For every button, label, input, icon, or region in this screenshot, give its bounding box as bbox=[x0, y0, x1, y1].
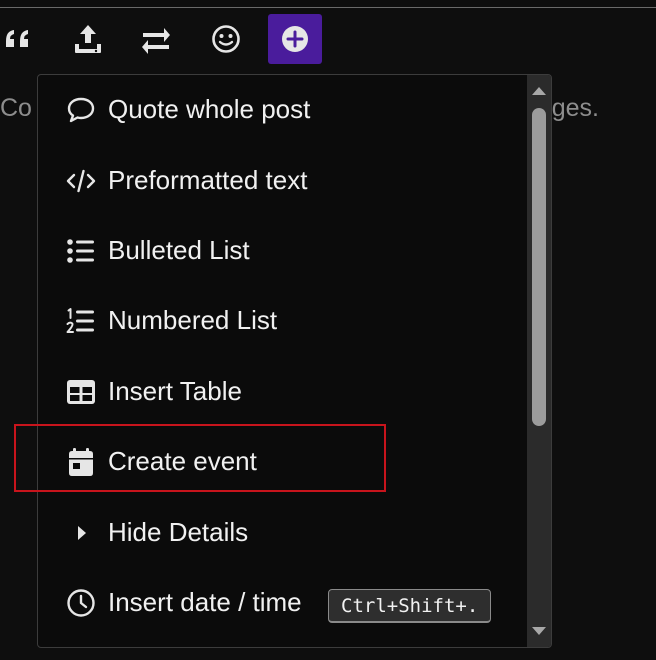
options-button[interactable] bbox=[268, 14, 322, 64]
composer-area: Co ges. Quote whole post Preformatted te… bbox=[0, 0, 656, 660]
quote-button[interactable] bbox=[0, 14, 46, 64]
menu-item-preformatted-text[interactable]: Preformatted text bbox=[38, 146, 526, 216]
upload-button[interactable] bbox=[61, 14, 115, 64]
menu-item-numbered-list[interactable]: Numbered List bbox=[38, 286, 526, 356]
menu-item-label: Insert Table bbox=[108, 375, 242, 406]
calendar-icon bbox=[65, 446, 97, 478]
menu-item-label: Create event bbox=[108, 445, 257, 476]
menu-item-bulleted-list[interactable]: Bulleted List bbox=[38, 216, 526, 286]
menu-item-label: Insert date / time bbox=[108, 586, 302, 617]
upload-icon bbox=[73, 23, 103, 55]
table-icon bbox=[65, 376, 97, 408]
plus-circle-icon bbox=[281, 25, 309, 53]
menu-item-insert-table[interactable]: Insert Table bbox=[38, 357, 526, 427]
menu-item-label: Bulleted List bbox=[108, 234, 250, 265]
speech-bubble-icon bbox=[65, 94, 97, 126]
quote-icon bbox=[4, 27, 34, 51]
numbered-list-icon bbox=[65, 305, 97, 337]
toggle-preview-icon bbox=[140, 24, 172, 54]
menu-item-create-event[interactable]: Create event bbox=[38, 427, 526, 497]
placeholder-text-left: Co bbox=[0, 94, 32, 122]
scrollbar-thumb[interactable] bbox=[532, 108, 546, 426]
scroll-up-arrow-icon[interactable] bbox=[532, 87, 546, 95]
caret-right-icon bbox=[65, 517, 97, 549]
emoji-icon bbox=[211, 24, 241, 54]
keyboard-shortcut: Ctrl+Shift+. bbox=[328, 589, 492, 623]
menu-item-label: Quote whole post bbox=[108, 93, 311, 124]
toggle-preview-button[interactable] bbox=[129, 14, 183, 64]
options-popup-menu: Quote whole post Preformatted text Bulle… bbox=[37, 74, 552, 648]
code-icon bbox=[65, 165, 97, 197]
menu-item-hide-details[interactable]: Hide Details bbox=[38, 498, 526, 568]
clock-icon bbox=[65, 587, 97, 619]
placeholder-text-right: ges. bbox=[551, 94, 599, 122]
popup-scrollbar[interactable] bbox=[527, 75, 551, 647]
menu-item-label: Numbered List bbox=[108, 304, 278, 335]
menu-item-label: Preformatted text bbox=[108, 164, 308, 195]
bulleted-list-icon bbox=[65, 235, 97, 267]
editor-top-border bbox=[0, 0, 656, 8]
scroll-down-arrow-icon[interactable] bbox=[532, 627, 546, 635]
emoji-button[interactable] bbox=[199, 14, 253, 64]
menu-item-quote-whole-post[interactable]: Quote whole post bbox=[38, 75, 526, 145]
menu-item-label: Hide Details bbox=[108, 516, 249, 547]
